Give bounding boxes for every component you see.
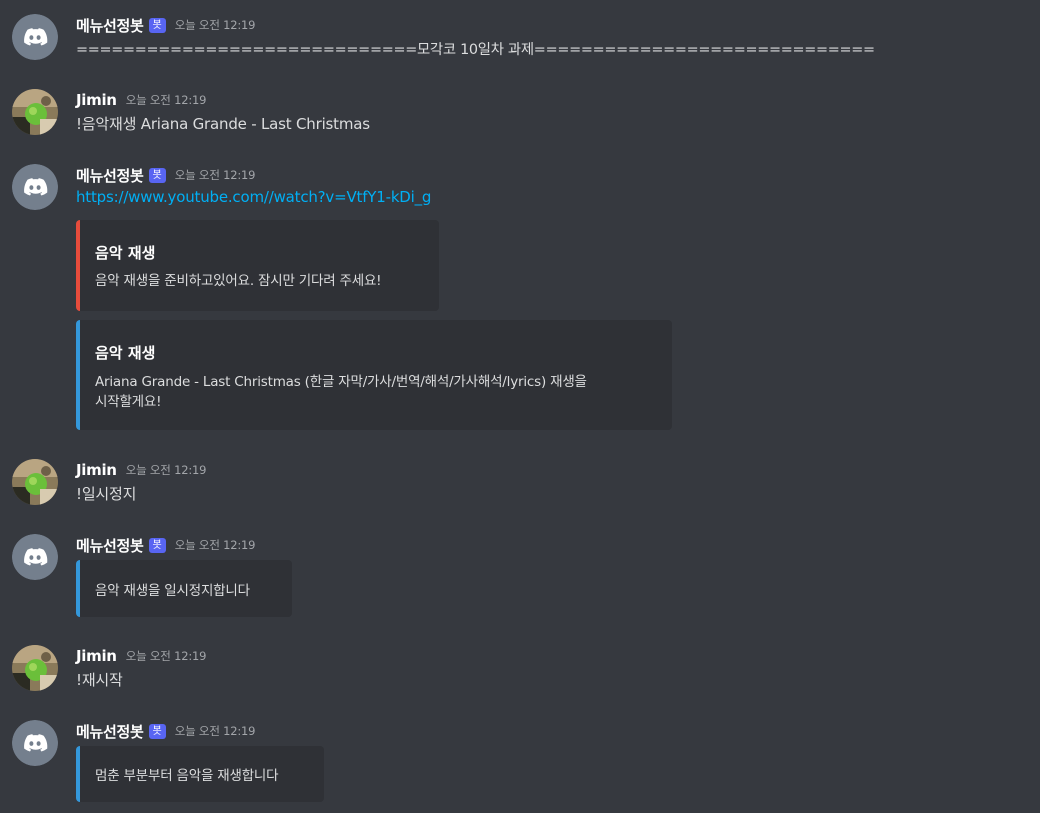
- message-bot: 메뉴선정봇 봇 오늘 오전 12:19 음악 재생을 일시정지합니다: [0, 534, 1040, 620]
- youtube-link[interactable]: https://www.youtube.com//watch?v=VtfY1-k…: [76, 188, 431, 206]
- message-header: 메뉴선정봇 봇 오늘 오전 12:19: [76, 534, 255, 556]
- embed-card: 음악 재생을 일시정지합니다: [76, 560, 292, 617]
- message-bot: 메뉴선정봇 봇 오늘 오전 12:19 멈춘 부분부터 음악을 재생합니다: [0, 720, 1040, 806]
- chat-messages: 메뉴선정봇 봇 오늘 오전 12:19 ====================…: [0, 0, 1040, 813]
- message-user: Jimin 오늘 오전 12:19 !재시작: [0, 645, 1040, 691]
- message-text: !일시정지: [76, 485, 137, 503]
- embed-description: 멈춘 부분부터 음악을 재생합니다: [95, 768, 279, 784]
- message-header: 메뉴선정봇 봇 오늘 오전 12:19: [76, 14, 255, 36]
- message-user: Jimin 오늘 오전 12:19 !일시정지: [0, 459, 1040, 505]
- user-photo-avatar[interactable]: [12, 89, 58, 135]
- message-header: 메뉴선정봇 봇 오늘 오전 12:19: [76, 720, 255, 742]
- user-photo-avatar[interactable]: [12, 645, 58, 691]
- discord-logo-icon[interactable]: [12, 720, 58, 766]
- username[interactable]: Jimin: [76, 91, 117, 109]
- message-text: =============================모각코 10일차 과제…: [76, 42, 875, 58]
- timestamp: 오늘 오전 12:19: [174, 18, 256, 32]
- message-header: Jimin 오늘 오전 12:19: [76, 89, 206, 111]
- message-user: Jimin 오늘 오전 12:19 !음악재생 Ariana Grande - …: [0, 89, 1040, 135]
- embed-description: 음악 재생을 준비하고있어요. 잠시만 기다려 주세요!: [95, 273, 382, 289]
- discord-logo-icon[interactable]: [12, 164, 58, 210]
- timestamp: 오늘 오전 12:19: [174, 724, 256, 738]
- bot-tag: 봇: [148, 17, 166, 33]
- timestamp: 오늘 오전 12:19: [125, 649, 207, 663]
- message-header: Jimin 오늘 오전 12:19: [76, 459, 206, 481]
- username[interactable]: 메뉴선정봇: [76, 721, 144, 742]
- timestamp: 오늘 오전 12:19: [174, 168, 256, 182]
- embed-title: 음악 재생: [95, 244, 156, 262]
- username[interactable]: 메뉴선정봇: [76, 165, 144, 186]
- username[interactable]: 메뉴선정봇: [76, 15, 144, 36]
- discord-logo-icon[interactable]: [12, 14, 58, 60]
- bot-tag: 봇: [148, 723, 166, 739]
- message-bot: 메뉴선정봇 봇 오늘 오전 12:19 ====================…: [0, 14, 1040, 60]
- username[interactable]: 메뉴선정봇: [76, 535, 144, 556]
- embed-description: 음악 재생을 일시정지합니다: [95, 582, 250, 599]
- bot-tag: 봇: [148, 537, 166, 553]
- embed-description-line: Ariana Grande - Last Christmas (한글 자막/가사…: [95, 374, 587, 390]
- message-text: !음악재생 Ariana Grande - Last Christmas: [76, 115, 370, 133]
- message-header: 메뉴선정봇 봇 오늘 오전 12:19: [76, 164, 255, 186]
- message-text: !재시작: [76, 671, 123, 689]
- username[interactable]: Jimin: [76, 647, 117, 665]
- user-photo-avatar[interactable]: [12, 459, 58, 505]
- timestamp: 오늘 오전 12:19: [174, 538, 256, 552]
- discord-logo-icon[interactable]: [12, 534, 58, 580]
- bot-tag: 봇: [148, 167, 166, 183]
- message-bot: 메뉴선정봇 봇 오늘 오전 12:19 https://www.youtube.…: [0, 164, 1040, 434]
- timestamp: 오늘 오전 12:19: [125, 93, 207, 107]
- embed-title: 음악 재생: [95, 344, 156, 362]
- embed-card: 음악 재생 음악 재생을 준비하고있어요. 잠시만 기다려 주세요!: [76, 220, 439, 311]
- username[interactable]: Jimin: [76, 461, 117, 479]
- timestamp: 오늘 오전 12:19: [125, 463, 207, 477]
- embed-card: 멈춘 부분부터 음악을 재생합니다: [76, 746, 324, 802]
- embed-card: 음악 재생 Ariana Grande - Last Christmas (한글…: [76, 320, 672, 430]
- embed-description-line: 시작할게요!: [95, 394, 162, 410]
- message-header: Jimin 오늘 오전 12:19: [76, 645, 206, 667]
